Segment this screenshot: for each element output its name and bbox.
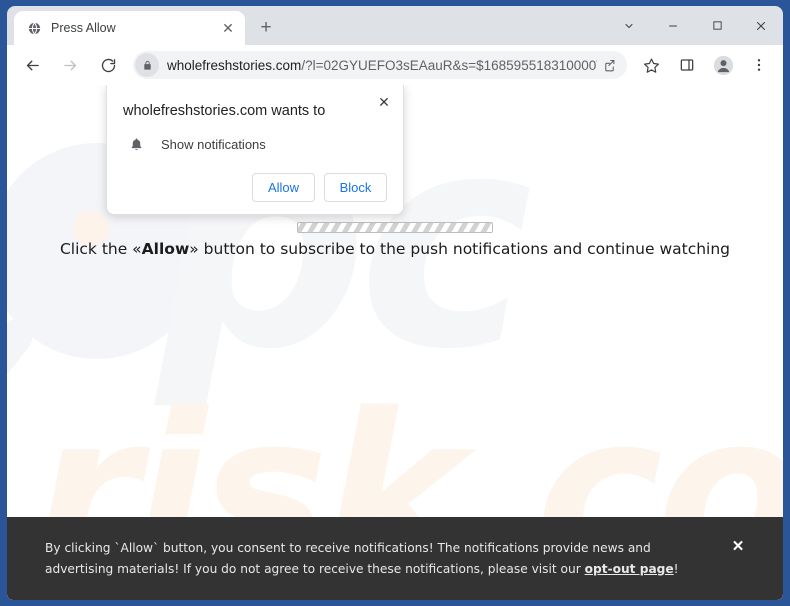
consent-banner-close-icon[interactable]: ✕ bbox=[725, 533, 751, 559]
window-close-icon[interactable] bbox=[739, 6, 783, 45]
browser-tab[interactable]: Press Allow ✕ bbox=[14, 11, 245, 45]
allow-button[interactable]: Allow bbox=[252, 173, 315, 202]
dialog-close-icon[interactable]: ✕ bbox=[373, 91, 395, 113]
notification-permission-dialog: ✕ wholefreshstories.com wants to Show no… bbox=[106, 85, 404, 215]
share-icon[interactable] bbox=[597, 53, 621, 77]
tab-search-chevron-down-icon[interactable] bbox=[607, 6, 651, 45]
watermark-magnifier-handle bbox=[7, 312, 40, 419]
tab-close-icon[interactable]: ✕ bbox=[219, 19, 237, 37]
consent-text-after: ! bbox=[673, 561, 679, 576]
instruction-text: Click the «Allow» button to subscribe to… bbox=[7, 240, 783, 258]
permission-row: Show notifications bbox=[123, 133, 387, 155]
globe-icon bbox=[26, 20, 42, 36]
instruction-bold-allow: Allow bbox=[141, 240, 190, 258]
tab-title: Press Allow bbox=[51, 21, 116, 35]
browser-window: Press Allow ✕ + wholefreshstories.com/?l… bbox=[0, 0, 790, 606]
url-query: /?l=02GYUEFO3sEAauR&s=$168595518310000TU… bbox=[301, 57, 597, 73]
window-controls bbox=[607, 6, 783, 45]
consent-banner: By clicking `Allow` button, you consent … bbox=[7, 517, 783, 600]
instruction-prefix: Click the « bbox=[59, 240, 142, 258]
dialog-title: wholefreshstories.com wants to bbox=[123, 103, 326, 119]
address-bar[interactable]: wholefreshstories.com/?l=02GYUEFO3sEAauR… bbox=[133, 51, 627, 79]
permission-label: Show notifications bbox=[161, 136, 266, 152]
browser-toolbar: wholefreshstories.com/?l=02GYUEFO3sEAauR… bbox=[7, 45, 783, 85]
minimize-icon[interactable] bbox=[651, 6, 695, 45]
reload-icon[interactable] bbox=[93, 50, 123, 80]
page-viewport: pc risk.com Click the «Allow» button to … bbox=[7, 85, 783, 600]
consent-text-before: By clicking `Allow` button, you consent … bbox=[45, 541, 651, 576]
loading-progress-bar bbox=[297, 222, 493, 233]
instruction-suffix: » button to subscribe to the push notifi… bbox=[189, 240, 731, 258]
url-domain: wholefreshstories.com bbox=[167, 57, 302, 73]
three-dot-menu-icon[interactable] bbox=[744, 50, 774, 80]
tab-strip: Press Allow ✕ + bbox=[7, 6, 783, 45]
consent-banner-text: By clicking `Allow` button, you consent … bbox=[45, 538, 725, 578]
maximize-icon[interactable] bbox=[695, 6, 739, 45]
profile-avatar-icon[interactable] bbox=[708, 50, 738, 80]
side-panel-icon[interactable] bbox=[672, 50, 702, 80]
address-bar-text: wholefreshstories.com/?l=02GYUEFO3sEAauR… bbox=[167, 58, 597, 73]
bell-icon bbox=[125, 133, 147, 155]
forward-arrow-icon[interactable] bbox=[55, 50, 85, 80]
opt-out-page-link[interactable]: opt-out page bbox=[585, 562, 674, 576]
lock-icon[interactable] bbox=[135, 53, 159, 77]
dialog-actions: Allow Block bbox=[123, 173, 387, 202]
block-button[interactable]: Block bbox=[324, 173, 387, 202]
new-tab-button[interactable]: + bbox=[252, 14, 280, 42]
star-icon[interactable] bbox=[636, 50, 666, 80]
back-arrow-icon[interactable] bbox=[17, 50, 47, 80]
